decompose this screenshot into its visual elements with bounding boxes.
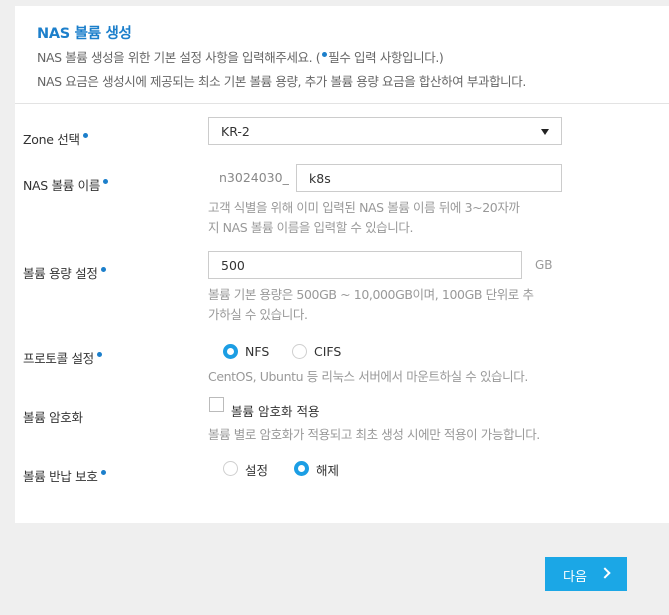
volume-name-label: NAS 볼륨 이름 [23,175,109,194]
return-protection-label-text: 볼륨 반납 보호 [23,469,98,484]
required-dot-icon [100,470,106,475]
capacity-label: 볼륨 용량 설정 [23,263,107,282]
chevron-right-icon [599,567,611,579]
required-dot-icon [103,179,109,184]
protection-on-radio[interactable] [223,461,238,476]
protocol-nfs-label[interactable]: NFS [245,344,269,359]
required-note: 필수 입력 사항입니다.) [328,50,444,65]
description-text: NAS 볼륨 생성을 위한 기본 설정 사항을 입력해주세요. ( [37,50,321,65]
volume-name-help-line: 고객 식별을 위해 이미 입력된 NAS 볼륨 이름 뒤에 3~20자까 [208,200,520,215]
required-dot-icon [100,267,106,272]
required-dot-icon [82,133,88,138]
volume-name-help-line: 지 NAS 볼륨 이름을 입력할 수 있습니다. [208,220,414,235]
capacity-label-text: 볼륨 용량 설정 [23,266,98,281]
zone-select-value: KR-2 [221,124,250,139]
protocol-cifs-radio[interactable] [292,344,307,359]
header-description: NAS 볼륨 생성을 위한 기본 설정 사항을 입력해주세요. ( 필수 입력 사… [37,47,444,66]
protection-off-label[interactable]: 해제 [316,460,339,479]
page-title: NAS 볼륨 생성 [37,26,132,42]
protection-on-label[interactable]: 설정 [245,460,268,479]
volume-name-input[interactable]: k8s [296,164,562,192]
caret-down-icon [541,129,549,135]
capacity-help: 볼륨 기본 용량은 500GB ~ 10,000GB이며, 100GB 단위로 … [208,285,534,325]
zone-select[interactable]: KR-2 [208,117,562,145]
encryption-help: 볼륨 별로 암호화가 적용되고 최초 생성 시에만 적용이 가능합니다. [208,427,540,442]
protocol-label: 프로토콜 설정 [23,348,103,367]
required-dot-icon [322,52,328,57]
next-button[interactable]: 다음 [545,557,627,591]
capacity-help-line: 볼륨 기본 용량은 500GB ~ 10,000GB이며, 100GB 단위로 … [208,287,534,302]
protocol-help: CentOS, Ubuntu 등 리눅스 서버에서 마운트하실 수 있습니다. [208,369,528,384]
protocol-label-text: 프로토콜 설정 [23,351,94,366]
protocol-cifs-label[interactable]: CIFS [314,344,341,359]
zone-label-text: Zone 선택 [23,132,80,147]
pricing-note: NAS 요금은 생성시에 제공되는 최소 기본 볼륨 용량, 추가 볼륨 용량 … [37,74,526,89]
volume-name-label-text: NAS 볼륨 이름 [23,178,101,193]
required-dot-icon [96,352,102,357]
capacity-help-line: 가하실 수 있습니다. [208,307,308,322]
encryption-label: 볼륨 암호화 [23,410,83,425]
capacity-unit: GB [535,258,553,272]
return-protection-label: 볼륨 반납 보호 [23,466,107,485]
card-header: NAS 볼륨 생성 NAS 볼륨 생성을 위한 기본 설정 사항을 입력해주세요… [15,6,669,104]
protocol-nfs-radio[interactable] [223,344,238,359]
volume-name-prefix: n3024030_ [219,170,289,185]
protection-off-radio[interactable] [294,461,309,476]
encryption-checkbox-label[interactable]: 볼륨 암호화 적용 [231,401,319,420]
zone-label: Zone 선택 [23,129,89,148]
next-button-label: 다음 [563,569,587,584]
volume-name-help: 고객 식별을 위해 이미 입력된 NAS 볼륨 이름 뒤에 3~20자까 지 N… [208,198,520,238]
capacity-input[interactable]: 500 [208,251,522,279]
encryption-checkbox[interactable] [209,397,224,412]
